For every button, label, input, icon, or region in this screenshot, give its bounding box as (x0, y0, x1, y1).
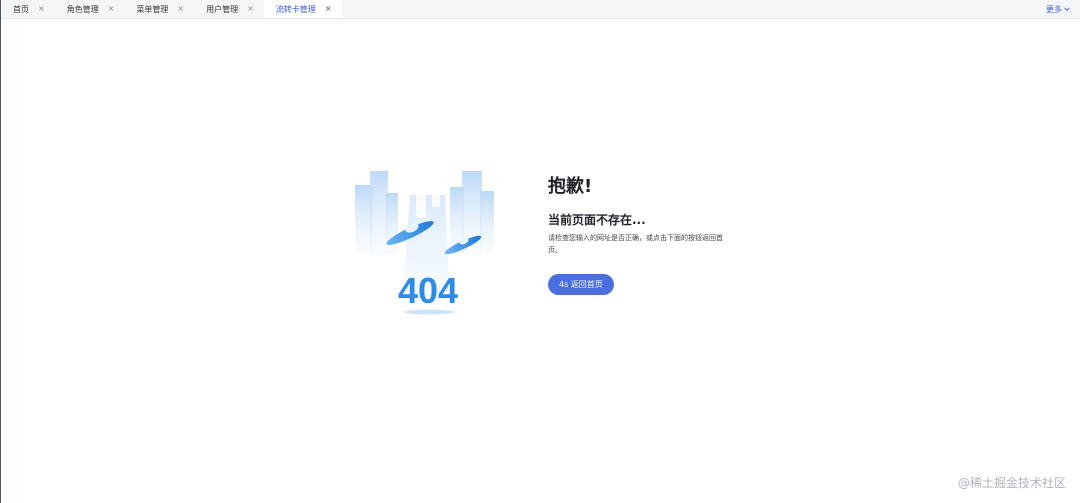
tab-label: 首页 (13, 4, 29, 14)
chevron-down-icon (1064, 7, 1070, 11)
error-message-panel: 抱歉! 当前页面不存在... 请检查您输入的网址是否正确，或点击下面的按钮返回首… (548, 176, 738, 295)
tabs-bar: 首页 × 角色管理 × 菜单管理 × 用户管理 × 流转卡管理 × 更多 (1, 0, 1080, 19)
more-tabs-button[interactable]: 更多 (1046, 0, 1070, 18)
close-icon[interactable]: × (108, 5, 115, 13)
tab-role-management[interactable]: 角色管理 × (55, 0, 125, 18)
close-icon[interactable]: × (325, 5, 332, 13)
error-code: 404 (398, 270, 458, 311)
tab-menu-management[interactable]: 菜单管理 × (124, 0, 194, 18)
tab-label: 菜单管理 (136, 4, 169, 14)
error-description: 请检查您输入的网址是否正确，或点击下面的按钮返回首页。 (548, 234, 723, 254)
tab-label: 流转卡管理 (275, 4, 316, 14)
error-subtitle: 当前页面不存在... (548, 213, 646, 227)
back-home-button[interactable]: 4s 返回首页 (548, 274, 614, 295)
close-icon[interactable]: × (247, 5, 254, 13)
tab-flow-card-management[interactable]: 流转卡管理 × (263, 0, 342, 18)
tab-label: 用户管理 (206, 4, 239, 14)
tab-home[interactable]: 首页 × (1, 0, 55, 18)
tab-user-management[interactable]: 用户管理 × (194, 0, 264, 18)
close-icon[interactable]: × (38, 5, 45, 13)
404-illustration-graphic: 404 (355, 171, 494, 315)
error-title: 抱歉! (548, 176, 593, 197)
watermark: @稀土掘金技术社区 (957, 476, 1066, 490)
tab-label: 角色管理 (66, 4, 99, 14)
more-label: 更多 (1046, 4, 1062, 14)
window-left-edge (0, 0, 1, 503)
404-illustration: 404 (350, 165, 500, 320)
close-icon[interactable]: × (177, 5, 184, 13)
